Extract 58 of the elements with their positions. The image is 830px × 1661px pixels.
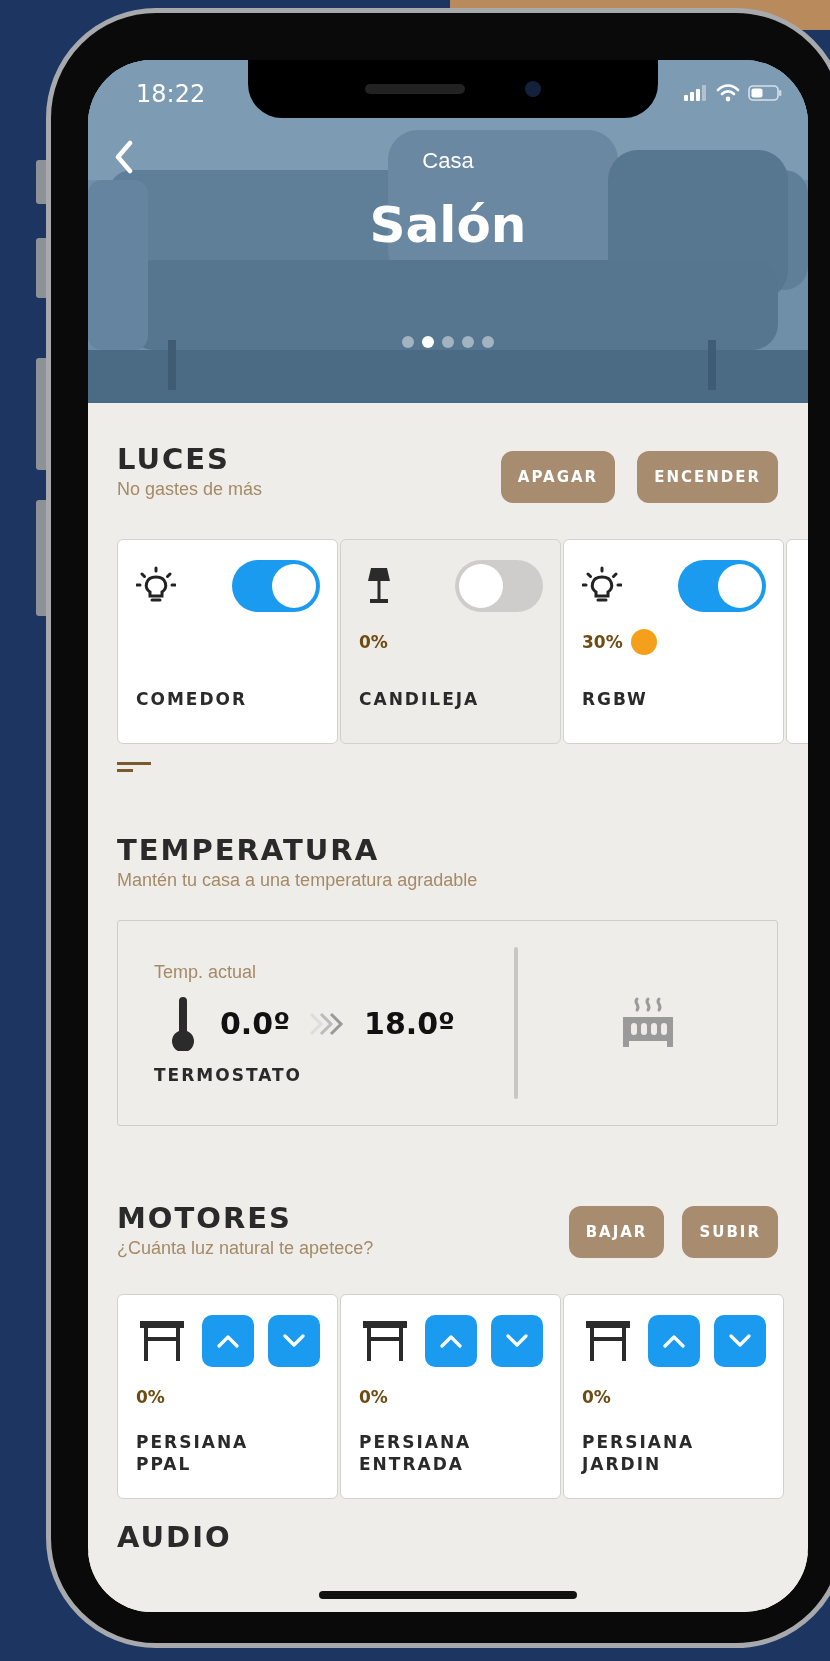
device-name: TERMOSTATO [154,1064,304,1085]
up-button[interactable] [648,1315,700,1367]
device-name: PERSIANA JARDIN [582,1431,696,1475]
toggle-switch[interactable] [455,560,543,612]
chevron-up-icon [439,1334,463,1348]
light-card[interactable]: 0% CANDILEJA [340,539,561,744]
page-dot[interactable] [402,336,414,348]
blind-icon [140,1321,184,1361]
page-dot[interactable] [442,336,454,348]
device-name: PERSIANA ENTRADA [359,1431,473,1475]
thermostat-label: Temp. actual [154,961,258,983]
breadcrumb-label: Casa [422,148,474,174]
position-text: 0% [136,1387,165,1407]
section-subtitle: Mantén tu casa a una temperatura agradable [117,869,478,892]
section-subtitle: No gastes de más [117,478,263,501]
signal-icon [684,85,708,101]
device-name: PERSIANA PPAL [136,1431,250,1475]
page-dot[interactable] [482,336,494,348]
scroll-indicator-icon [117,762,151,772]
light-card[interactable]: COMEDOR [117,539,338,744]
chevron-down-icon [505,1334,529,1348]
page-dot[interactable] [462,336,474,348]
room-title: Salón [369,196,527,254]
section-title: AUDIO [117,1519,232,1553]
thermostat-card[interactable]: Temp. actual 0.0º 18.0º TERMOSTATO [117,920,778,1126]
up-button[interactable] [425,1315,477,1367]
current-temperature: 0.0º [220,1006,291,1041]
light-card[interactable]: 30% RGBW [563,539,784,744]
level-text: 30% [582,632,623,652]
blind-icon [586,1321,630,1361]
position-text: 0% [359,1387,388,1407]
chevron-up-icon [216,1334,240,1348]
status-time: 18:22 [136,80,207,108]
color-dot[interactable] [630,629,657,655]
device-name: COMEDOR [136,688,249,710]
section-title: LUCES [117,441,231,477]
chevron-up-icon [662,1334,686,1348]
back-icon[interactable] [114,140,134,174]
wifi-icon [716,84,740,102]
up-button[interactable] [202,1315,254,1367]
toggle-switch[interactable] [678,560,766,612]
battery-icon [748,85,782,101]
device-name: CANDILEJA [359,688,481,710]
blind-icon [363,1321,407,1361]
target-temperature: 18.0º [364,1006,455,1041]
toggle-switch[interactable] [232,560,320,612]
level-text: 0% [359,632,388,652]
chevron-down-icon [728,1334,752,1348]
thermometer-icon [170,996,196,1051]
down-button[interactable] [714,1315,766,1367]
section-title: TEMPERATURA [117,832,381,868]
down-button[interactable] [491,1315,543,1367]
section-subtitle: ¿Cuánta luz natural te apetece? [117,1237,374,1260]
device-name: RGBW [582,688,649,710]
chevron-down-icon [282,1334,306,1348]
position-text: 0% [582,1387,611,1407]
section-title: MOTORES [117,1200,293,1236]
down-button[interactable] [268,1315,320,1367]
